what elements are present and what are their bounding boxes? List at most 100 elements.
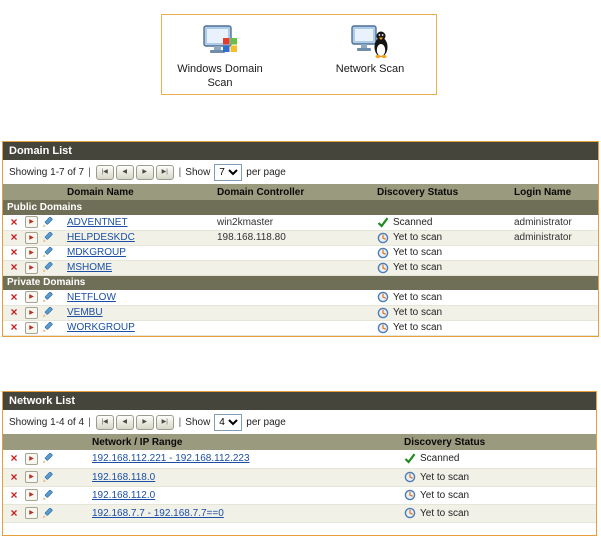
separator: | [178,166,182,178]
login-name-cell [510,290,598,306]
edit-icon[interactable] [42,453,56,464]
column-discovery-status: Discovery Status [400,434,596,450]
delete-icon[interactable]: × [7,216,21,228]
domain-group-row: Private Domains [3,275,598,290]
edit-icon[interactable] [42,216,56,228]
yet-to-scan-icon [377,322,389,334]
windows-domain-scan-button[interactable]: Windows Domain Scan [164,23,276,91]
actions-column-header [3,434,88,450]
network-range-link[interactable]: 192.168.112.0 [92,490,155,501]
prev-page-button[interactable]: ◀ [115,164,134,180]
domain-name-cell: MDKGROUP [63,245,213,261]
run-scan-icon[interactable]: ▶ [25,291,38,304]
run-scan-icon[interactable]: ▶ [25,216,38,229]
scanned-check-icon [377,217,389,228]
yet-to-scan-icon [377,307,389,319]
yet-to-scan-icon [377,232,389,244]
show-label: Show [185,416,211,428]
run-scan-icon[interactable]: ▶ [25,507,38,519]
run-scan-icon[interactable]: ▶ [25,489,38,501]
per-page-label: per page [246,166,286,178]
discovery-status-text: Yet to scan [393,247,443,258]
delete-icon[interactable]: × [7,246,21,258]
delete-icon[interactable]: × [7,471,21,483]
delete-icon[interactable]: × [7,321,21,333]
delete-icon[interactable]: × [7,261,21,273]
edit-icon[interactable] [42,307,56,318]
domain-group-row: Public Domains [3,200,598,215]
edit-icon[interactable] [42,471,56,483]
edit-icon[interactable] [42,322,56,333]
login-name-cell [510,260,598,276]
discovery-status-text: Yet to scan [393,322,443,333]
domain-name-cell: NETFLOW [63,290,213,306]
per-page-label: per page [246,416,286,428]
delete-icon[interactable]: × [7,306,21,318]
next-page-button[interactable]: ▶ [135,164,154,180]
network-scan-icon [314,23,426,61]
first-page-button[interactable]: |◀ [95,414,114,430]
network-row: × ▶ 192.168.118.0 Yet to scan [3,468,596,487]
delete-icon[interactable]: × [7,489,21,501]
domain-name-link[interactable]: ADVENTNET [67,217,128,228]
domain-table: Domain Name Domain Controller Discovery … [3,184,598,336]
edit-icon[interactable] [42,291,56,303]
domain-name-link[interactable]: HELPDESKDC [67,232,135,243]
domain-name-cell: ADVENTNET [63,215,213,231]
login-name-cell: administrator [510,215,598,231]
column-domain-name: Domain Name [63,184,213,200]
delete-icon[interactable]: × [7,452,21,464]
run-scan-icon[interactable]: ▶ [25,261,38,274]
row-actions: × ▶ [3,468,88,487]
run-scan-icon[interactable]: ▶ [25,306,38,319]
discovery-status-cell: Scanned [373,215,510,231]
last-page-button[interactable]: ▶| [155,164,174,180]
run-scan-icon[interactable]: ▶ [25,321,38,334]
network-range-link[interactable]: 192.168.112.221 - 192.168.112.223 [92,453,250,464]
show-label: Show [185,166,211,178]
domain-controller-cell [213,305,373,321]
domain-name-link[interactable]: VEMBU [67,307,103,318]
per-page-select[interactable]: 4 [214,413,243,431]
scan-options-panel: Windows Domain Scan Network Scan [161,14,437,95]
domain-name-link[interactable]: NETFLOW [67,292,116,303]
edit-icon[interactable] [42,247,56,258]
delete-icon[interactable]: × [7,507,21,519]
edit-icon[interactable] [42,489,56,501]
run-scan-icon[interactable]: ▶ [25,452,38,465]
separator: | [88,416,91,428]
edit-icon[interactable] [42,262,56,273]
domain-controller-cell [213,245,373,261]
discovery-status-cell: Yet to scan [373,320,510,336]
per-page-select[interactable]: 7 [214,163,243,181]
run-scan-icon[interactable]: ▶ [25,246,38,259]
edit-icon[interactable] [42,232,56,243]
next-page-button[interactable]: ▶ [135,414,154,430]
row-actions: × ▶ [3,290,63,306]
network-range-link[interactable]: 192.168.118.0 [92,472,155,483]
run-scan-icon[interactable]: ▶ [25,231,38,244]
network-range-link[interactable]: 192.168.7.7 - 192.168.7.7==0 [92,508,224,519]
domain-name-link[interactable]: MSHOME [67,262,112,273]
row-actions: × ▶ [3,486,88,505]
delete-icon[interactable]: × [7,291,21,303]
prev-page-button[interactable]: ◀ [115,414,134,430]
discovery-status-cell: Yet to scan [373,245,510,261]
domain-name-cell: HELPDESKDC [63,230,213,246]
domain-list-panel: Domain List Showing 1-7 of 7 | |◀ ◀ ▶ ▶|… [2,141,599,337]
discovery-status-cell: Yet to scan [373,305,510,321]
network-scan-button[interactable]: Network Scan [314,23,426,77]
domain-row: × ▶ ADVENTNET win2kmaster Scanned administrat… [3,215,598,231]
separator: | [178,416,182,428]
domain-name-link[interactable]: MDKGROUP [67,247,126,258]
delete-icon[interactable]: × [7,231,21,243]
run-scan-icon[interactable]: ▶ [25,471,38,483]
column-discovery-status: Discovery Status [373,184,510,200]
last-page-button[interactable]: ▶| [155,414,174,430]
row-actions: × ▶ [3,230,63,246]
separator: | [88,166,91,178]
domain-name-link[interactable]: WORKGROUP [67,322,135,333]
edit-icon[interactable] [42,507,56,519]
first-page-button[interactable]: |◀ [95,164,114,180]
discovery-status-cell: Yet to scan [400,504,596,523]
